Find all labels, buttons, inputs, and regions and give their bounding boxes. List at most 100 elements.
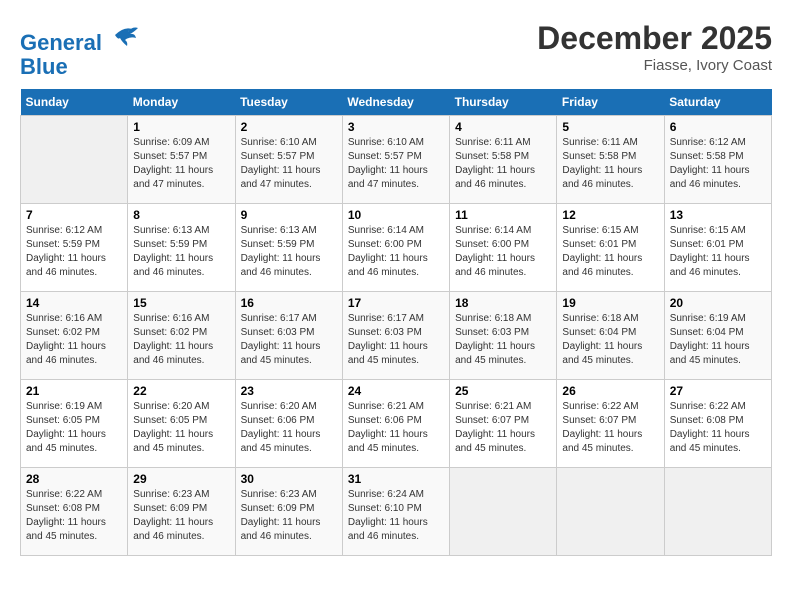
day-number: 11 (455, 208, 551, 222)
day-info: Sunrise: 6:23 AM Sunset: 6:09 PM Dayligh… (133, 488, 229, 544)
day-header-saturday: Saturday (664, 89, 771, 116)
calendar-cell: 11 Sunrise: 6:14 AM Sunset: 6:00 PM Dayli… (450, 204, 557, 292)
day-info: Sunrise: 6:20 AM Sunset: 6:06 PM Dayligh… (241, 400, 337, 456)
calendar-cell: 24 Sunrise: 6:21 AM Sunset: 6:06 PM Dayli… (342, 380, 449, 468)
day-info: Sunrise: 6:12 AM Sunset: 5:58 PM Dayligh… (670, 136, 766, 192)
day-info: Sunrise: 6:23 AM Sunset: 6:09 PM Dayligh… (241, 488, 337, 544)
calendar-cell: 17 Sunrise: 6:17 AM Sunset: 6:03 PM Dayli… (342, 292, 449, 380)
day-info: Sunrise: 6:19 AM Sunset: 6:04 PM Dayligh… (670, 312, 766, 368)
day-number: 22 (133, 384, 229, 398)
day-number: 10 (348, 208, 444, 222)
day-number: 12 (562, 208, 658, 222)
day-info: Sunrise: 6:11 AM Sunset: 5:58 PM Dayligh… (562, 136, 658, 192)
calendar-cell (450, 468, 557, 556)
calendar-cell: 19 Sunrise: 6:18 AM Sunset: 6:04 PM Dayli… (557, 292, 664, 380)
day-info: Sunrise: 6:17 AM Sunset: 6:03 PM Dayligh… (241, 312, 337, 368)
day-header-sunday: Sunday (21, 89, 128, 116)
day-info: Sunrise: 6:22 AM Sunset: 6:07 PM Dayligh… (562, 400, 658, 456)
day-number: 14 (26, 296, 122, 310)
day-info: Sunrise: 6:21 AM Sunset: 6:06 PM Dayligh… (348, 400, 444, 456)
day-info: Sunrise: 6:14 AM Sunset: 6:00 PM Dayligh… (348, 224, 444, 280)
day-number: 6 (670, 120, 766, 134)
calendar-cell: 8Sunrise: 6:13 AM Sunset: 5:59 PM Daylig… (128, 204, 235, 292)
calendar-cell: 4Sunrise: 6:11 AM Sunset: 5:58 PM Daylig… (450, 116, 557, 204)
calendar-cell: 6 Sunrise: 6:12 AM Sunset: 5:58 PM Daylig… (664, 116, 771, 204)
logo-general: General (20, 30, 102, 55)
logo-blue: Blue (20, 54, 68, 79)
calendar-cell: 30 Sunrise: 6:23 AM Sunset: 6:09 PM Dayli… (235, 468, 342, 556)
day-info: Sunrise: 6:22 AM Sunset: 6:08 PM Dayligh… (670, 400, 766, 456)
calendar-cell: 5 Sunrise: 6:11 AM Sunset: 5:58 PM Daylig… (557, 116, 664, 204)
day-header-monday: Monday (128, 89, 235, 116)
day-number: 13 (670, 208, 766, 222)
day-number: 29 (133, 472, 229, 486)
day-info: Sunrise: 6:15 AM Sunset: 6:01 PM Dayligh… (670, 224, 766, 280)
day-number: 4 (455, 120, 551, 134)
day-info: Sunrise: 6:09 AM Sunset: 5:57 PM Dayligh… (133, 136, 229, 192)
calendar-week-1: 1 Sunrise: 6:09 AM Sunset: 5:57 PM Daylig… (21, 116, 772, 204)
calendar-cell: 15Sunrise: 6:16 AM Sunset: 6:02 PM Dayli… (128, 292, 235, 380)
day-number: 27 (670, 384, 766, 398)
day-number: 25 (455, 384, 551, 398)
calendar-cell: 7 Sunrise: 6:12 AM Sunset: 5:59 PM Daylig… (21, 204, 128, 292)
day-header-friday: Friday (557, 89, 664, 116)
day-info: Sunrise: 6:18 AM Sunset: 6:04 PM Dayligh… (562, 312, 658, 368)
day-number: 26 (562, 384, 658, 398)
calendar-cell: 2Sunrise: 6:10 AM Sunset: 5:57 PM Daylig… (235, 116, 342, 204)
calendar-cell: 13 Sunrise: 6:15 AM Sunset: 6:01 PM Dayli… (664, 204, 771, 292)
day-number: 17 (348, 296, 444, 310)
calendar-week-5: 28 Sunrise: 6:22 AM Sunset: 6:08 PM Dayli… (21, 468, 772, 556)
day-info: Sunrise: 6:10 AM Sunset: 5:57 PM Dayligh… (241, 136, 337, 192)
logo: General Blue (20, 20, 140, 79)
day-number: 5 (562, 120, 658, 134)
calendar-week-4: 21Sunrise: 6:19 AM Sunset: 6:05 PM Dayli… (21, 380, 772, 468)
calendar-cell: 21Sunrise: 6:19 AM Sunset: 6:05 PM Dayli… (21, 380, 128, 468)
day-number: 3 (348, 120, 444, 134)
calendar-week-3: 14 Sunrise: 6:16 AM Sunset: 6:02 PM Dayli… (21, 292, 772, 380)
day-info: Sunrise: 6:21 AM Sunset: 6:07 PM Dayligh… (455, 400, 551, 456)
day-info: Sunrise: 6:13 AM Sunset: 5:59 PM Dayligh… (133, 224, 229, 280)
calendar-cell: 22 Sunrise: 6:20 AM Sunset: 6:05 PM Dayli… (128, 380, 235, 468)
day-info: Sunrise: 6:17 AM Sunset: 6:03 PM Dayligh… (348, 312, 444, 368)
day-number: 30 (241, 472, 337, 486)
day-info: Sunrise: 6:22 AM Sunset: 6:08 PM Dayligh… (26, 488, 122, 544)
calendar-body: 1 Sunrise: 6:09 AM Sunset: 5:57 PM Daylig… (21, 116, 772, 556)
day-number: 1 (133, 120, 229, 134)
day-number: 7 (26, 208, 122, 222)
calendar-cell: 12 Sunrise: 6:15 AM Sunset: 6:01 PM Dayli… (557, 204, 664, 292)
day-info: Sunrise: 6:15 AM Sunset: 6:01 PM Dayligh… (562, 224, 658, 280)
day-info: Sunrise: 6:20 AM Sunset: 6:05 PM Dayligh… (133, 400, 229, 456)
page-header: General Blue December 2025 Fiasse, Ivory… (20, 20, 772, 79)
calendar-cell: 16Sunrise: 6:17 AM Sunset: 6:03 PM Dayli… (235, 292, 342, 380)
day-number: 31 (348, 472, 444, 486)
location: Fiasse, Ivory Coast (537, 57, 772, 74)
calendar-table: SundayMondayTuesdayWednesdayThursdayFrid… (20, 89, 772, 556)
calendar-cell: 25 Sunrise: 6:21 AM Sunset: 6:07 PM Dayli… (450, 380, 557, 468)
day-number: 28 (26, 472, 122, 486)
day-header-thursday: Thursday (450, 89, 557, 116)
calendar-cell: 3 Sunrise: 6:10 AM Sunset: 5:57 PM Daylig… (342, 116, 449, 204)
day-number: 18 (455, 296, 551, 310)
calendar-cell (664, 468, 771, 556)
calendar-cell (21, 116, 128, 204)
day-number: 9 (241, 208, 337, 222)
day-header-wednesday: Wednesday (342, 89, 449, 116)
calendar-cell: 29 Sunrise: 6:23 AM Sunset: 6:09 PM Dayli… (128, 468, 235, 556)
calendar-cell: 10 Sunrise: 6:14 AM Sunset: 6:00 PM Dayli… (342, 204, 449, 292)
title-block: December 2025 Fiasse, Ivory Coast (537, 20, 772, 74)
day-info: Sunrise: 6:12 AM Sunset: 5:59 PM Dayligh… (26, 224, 122, 280)
month-title: December 2025 (537, 20, 772, 57)
day-info: Sunrise: 6:16 AM Sunset: 6:02 PM Dayligh… (26, 312, 122, 368)
calendar-cell: 20 Sunrise: 6:19 AM Sunset: 6:04 PM Dayli… (664, 292, 771, 380)
day-info: Sunrise: 6:14 AM Sunset: 6:00 PM Dayligh… (455, 224, 551, 280)
day-number: 20 (670, 296, 766, 310)
calendar-cell (557, 468, 664, 556)
calendar-header-row: SundayMondayTuesdayWednesdayThursdayFrid… (21, 89, 772, 116)
calendar-cell: 18Sunrise: 6:18 AM Sunset: 6:03 PM Dayli… (450, 292, 557, 380)
day-info: Sunrise: 6:10 AM Sunset: 5:57 PM Dayligh… (348, 136, 444, 192)
calendar-cell: 27 Sunrise: 6:22 AM Sunset: 6:08 PM Dayli… (664, 380, 771, 468)
day-number: 24 (348, 384, 444, 398)
day-number: 19 (562, 296, 658, 310)
calendar-cell: 1 Sunrise: 6:09 AM Sunset: 5:57 PM Daylig… (128, 116, 235, 204)
logo-bird-icon (110, 20, 140, 50)
